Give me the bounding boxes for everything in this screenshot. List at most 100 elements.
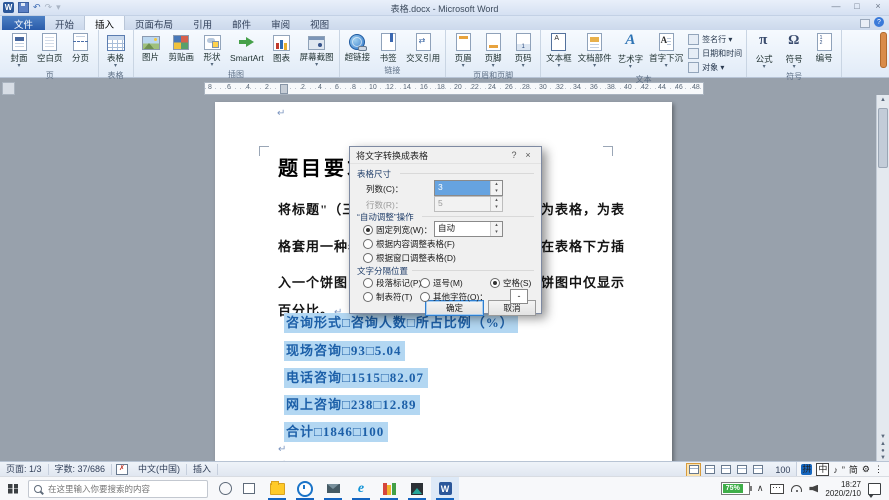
tab-页面布局[interactable]: 页面布局 (125, 15, 183, 30)
taskbar-app-clock[interactable] (291, 477, 319, 500)
battery-icon[interactable]: 75% (721, 482, 750, 495)
ribbon-button-numbering[interactable]: 编号 (809, 31, 839, 64)
cortana-icon[interactable] (219, 482, 232, 495)
ime-item[interactable]: 简 (849, 463, 858, 476)
web-layout-view-icon[interactable] (718, 463, 733, 477)
indent-marker[interactable] (280, 84, 288, 94)
status-item[interactable]: 字数: 37/686 (49, 464, 113, 475)
previous-page-icon[interactable]: ▲ (880, 441, 886, 447)
columns-spinner[interactable]: 3 ▴▾ (434, 180, 503, 196)
ribbon-button-header[interactable]: 页眉▾ (448, 31, 478, 69)
ime-item[interactable]: ⋮ (874, 464, 883, 475)
taskbar-search[interactable] (28, 480, 208, 498)
draft-view-icon[interactable] (750, 463, 765, 477)
ribbon-button-screenshot[interactable]: 屏幕截图▾ (297, 31, 337, 68)
radio-option[interactable]: 固定列宽(W)： (363, 224, 432, 236)
ribbon-button-blank[interactable]: 空白页 (34, 31, 66, 64)
ime-item[interactable]: ” (842, 465, 845, 475)
ribbon-small-button[interactable]: 对象 ▾ (688, 62, 742, 73)
hidden-icons-chevron[interactable]: ∧ (757, 483, 764, 494)
taskbar-app-mail[interactable] (319, 477, 347, 500)
ribbon-button-crossref[interactable]: 交叉引用 (403, 31, 443, 64)
task-view-icon[interactable] (243, 483, 255, 494)
ribbon-button-pi[interactable]: 公式▾ (749, 31, 779, 70)
ribbon-button-cover[interactable]: 封面▾ (4, 31, 34, 69)
tab-审阅[interactable]: 审阅 (261, 15, 300, 30)
dialog-close-button[interactable]: × (521, 150, 535, 160)
clock-date[interactable]: 18:27 2020/2/10 (825, 480, 861, 498)
ribbon-button-pagenum[interactable]: 页码▾ (508, 31, 538, 69)
radio-option[interactable]: 空格(S) (490, 277, 531, 289)
print-layout-view-icon[interactable] (686, 463, 701, 477)
ribbon-button-textbox[interactable]: 文本框▾ (543, 31, 575, 69)
ribbon-button-dropcap[interactable]: 首字下沉▾ (646, 31, 686, 69)
ribbon-button-table[interactable]: 表格▾ (101, 31, 131, 69)
radio-option[interactable]: 根据内容调整表格(F) (363, 238, 455, 250)
taskbar-app-word[interactable]: W (431, 477, 459, 500)
taskbar-app-edge[interactable]: e (347, 477, 375, 500)
columns-value[interactable]: 3 (435, 181, 490, 195)
help-icon[interactable]: ? (874, 17, 884, 27)
tab-开始[interactable]: 开始 (45, 15, 84, 30)
ribbon-button-break[interactable]: 分页 (66, 31, 96, 64)
scrollbar-thumb[interactable] (878, 108, 888, 168)
ribbon-small-button[interactable]: 签名行 ▾ (688, 34, 742, 45)
ribbon-scroll-thumb[interactable] (880, 32, 887, 68)
ribbon-small-button[interactable]: 日期和时间 (688, 48, 742, 59)
spinner-arrows-icon[interactable]: ▴▾ (490, 181, 502, 195)
status-item[interactable]: 插入 (187, 464, 218, 475)
ribbon-button-shapes[interactable]: 形状▾ (197, 31, 227, 68)
radio-option[interactable]: 段落标记(P) (363, 277, 421, 289)
ribbon-button-quickparts[interactable]: 文档部件▾ (575, 31, 615, 69)
ime-language-icon[interactable]: 中 (816, 463, 829, 476)
taskbar-app-photos[interactable] (403, 477, 431, 500)
scroll-down-icon[interactable]: ▼ (880, 434, 886, 440)
wifi-icon[interactable] (791, 485, 802, 492)
status-item[interactable]: 中文(中国) (132, 464, 187, 475)
taskbar-app-explorer[interactable] (263, 477, 291, 500)
touch-keyboard-icon[interactable] (770, 484, 784, 494)
scroll-up-icon[interactable]: ▲ (877, 95, 889, 106)
maximize-button[interactable]: □ (851, 1, 863, 11)
minimize-ribbon-icon[interactable] (860, 19, 870, 28)
radio-option[interactable]: 逗号(M) (420, 277, 463, 289)
autofit-combo[interactable]: 自动▴▾ (434, 221, 503, 237)
tab-邮件[interactable]: 邮件 (222, 15, 261, 30)
ribbon-button-hyperlink[interactable]: 超链接 (342, 31, 374, 63)
tab-插入[interactable]: 插入 (84, 14, 125, 30)
search-input[interactable] (46, 483, 202, 495)
ime-logo-icon[interactable]: 拼 (801, 464, 812, 475)
vertical-scrollbar[interactable]: ▲ ▼ ▲ ● ▼ (876, 95, 889, 462)
minimize-button[interactable]: — (830, 1, 842, 11)
outline-view-icon[interactable] (734, 463, 749, 477)
spinner-arrows-icon[interactable]: ▴▾ (490, 222, 502, 236)
ribbon-button-picture[interactable]: 图片 (136, 31, 166, 63)
select-browse-object-icon[interactable]: ● (881, 448, 885, 454)
radio-option[interactable]: 根据窗口调整表格(D) (363, 252, 456, 264)
ime-item[interactable]: ⚙ (862, 464, 870, 475)
close-button[interactable]: × (872, 1, 884, 11)
tab-引用[interactable]: 引用 (183, 15, 222, 30)
volume-icon[interactable] (809, 485, 818, 493)
tab-视图[interactable]: 视图 (300, 15, 339, 30)
radio-option[interactable]: 其他字符(O)： (420, 291, 488, 303)
ribbon-button-clipart[interactable]: 剪贴画 (166, 31, 198, 63)
ribbon-button-bookmark[interactable]: 书签 (373, 31, 403, 64)
taskbar-app-archive[interactable] (375, 477, 403, 500)
status-item[interactable]: 页面: 1/3 (0, 464, 49, 475)
other-char-input[interactable]: - (510, 289, 528, 304)
radio-option[interactable]: 制表符(T) (363, 291, 412, 303)
ribbon-button-footer[interactable]: 页脚▾ (478, 31, 508, 69)
ribbon-button-omega[interactable]: 符号▾ (779, 31, 809, 70)
action-center-icon[interactable] (868, 483, 881, 495)
ribbon-button-chart[interactable]: 图表 (267, 31, 297, 64)
ime-item[interactable]: ♪ (833, 465, 838, 475)
fullscreen-reading-view-icon[interactable] (702, 463, 717, 477)
dialog-titlebar[interactable]: 将文字转换成表格 ? × (350, 147, 541, 164)
ribbon-button-wordart[interactable]: A艺术字▾ (615, 31, 647, 70)
proofing-status-icon[interactable] (116, 464, 128, 475)
ribbon-button-smartart[interactable]: SmartArt (227, 31, 267, 63)
dialog-help-button[interactable]: ? (507, 150, 521, 160)
start-button[interactable] (0, 477, 26, 500)
tab-file[interactable]: 文件 (2, 15, 45, 30)
